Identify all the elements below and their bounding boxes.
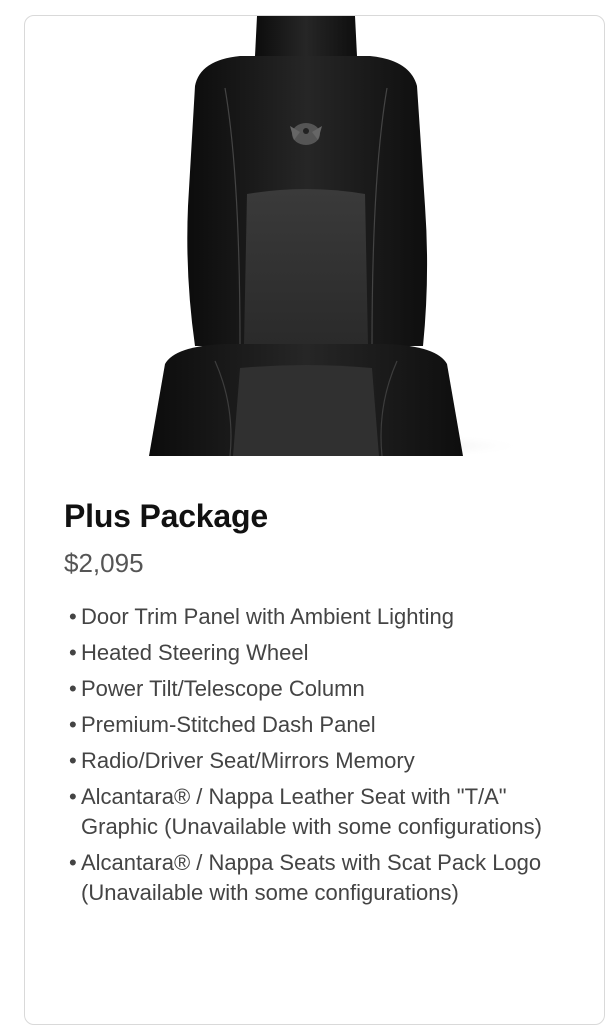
list-item: • Door Trim Panel with Ambient Lighting	[69, 602, 569, 632]
feature-text: Heated Steering Wheel	[81, 640, 309, 665]
list-item: • Alcantara® / Nappa Leather Seat with "T…	[69, 782, 569, 842]
bullet-icon: •	[69, 850, 77, 875]
bullet-icon: •	[69, 712, 77, 737]
feature-text: Door Trim Panel with Ambient Lighting	[81, 604, 454, 629]
feature-list: • Door Trim Panel with Ambient Lighting •…	[69, 602, 569, 914]
package-title: Plus Package	[64, 498, 268, 534]
feature-text: Alcantara® / Nappa Leather Seat with "T/…	[81, 784, 542, 839]
bullet-icon: •	[69, 784, 77, 809]
list-item: • Power Tilt/Telescope Column	[69, 674, 569, 704]
list-item: • Radio/Driver Seat/Mirrors Memory	[69, 746, 569, 776]
feature-text: Power Tilt/Telescope Column	[81, 676, 365, 701]
package-card: Plus Package $2,095 • Door Trim Panel wit…	[24, 15, 605, 1025]
seat-image	[25, 16, 604, 456]
bullet-icon: •	[69, 604, 77, 629]
bullet-icon: •	[69, 640, 77, 665]
package-price: $2,095	[64, 548, 144, 578]
list-item: • Heated Steering Wheel	[69, 638, 569, 668]
bullet-icon: •	[69, 676, 77, 701]
feature-text: Premium-Stitched Dash Panel	[81, 712, 376, 737]
feature-text: Alcantara® / Nappa Seats with Scat Pack …	[81, 850, 542, 905]
list-item: • Premium-Stitched Dash Panel	[69, 710, 569, 740]
list-item: • Alcantara® / Nappa Seats with Scat Pack…	[69, 848, 569, 908]
bullet-icon: •	[69, 748, 77, 773]
feature-text: Radio/Driver Seat/Mirrors Memory	[81, 748, 415, 773]
